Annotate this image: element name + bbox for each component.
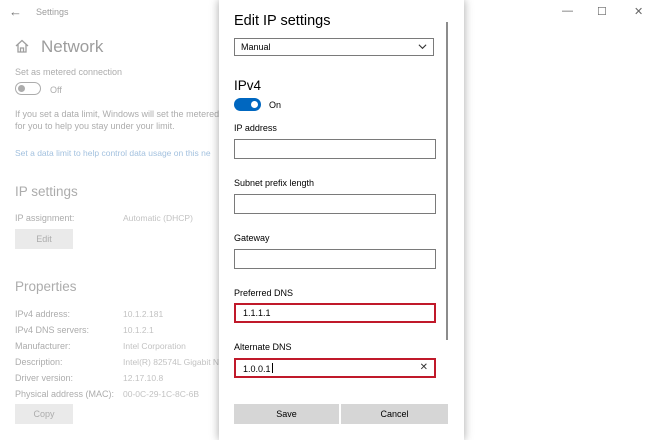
- clear-icon[interactable]: ✕: [420, 362, 428, 373]
- ipv4-toggle-state: On: [269, 100, 282, 110]
- ip-mode-value: Manual: [241, 42, 271, 52]
- ipv4-toggle[interactable]: [234, 98, 261, 111]
- alternate-dns-input[interactable]: 1.0.0.1 ✕: [234, 358, 436, 378]
- dialog-title: Edit IP settings: [234, 13, 331, 29]
- preferred-dns-input[interactable]: 1.1.1.1: [234, 303, 436, 323]
- ipv4-heading: IPv4: [234, 78, 262, 93]
- ip-address-input[interactable]: [234, 139, 436, 159]
- chevron-down-icon: [418, 44, 427, 50]
- save-button[interactable]: Save: [234, 404, 339, 424]
- text-caret: [271, 363, 273, 373]
- gateway-input[interactable]: [234, 249, 436, 269]
- edit-ip-dialog: Edit IP settings Manual IPv4 On IP addre…: [219, 0, 464, 440]
- alternate-dns-value-wrap: 1.0.0.1: [243, 363, 273, 374]
- alternate-dns-label: Alternate DNS: [234, 342, 292, 352]
- gateway-label: Gateway: [234, 233, 270, 243]
- alternate-dns-value: 1.0.0.1: [243, 364, 271, 374]
- ip-mode-dropdown[interactable]: Manual: [234, 38, 434, 56]
- ip-address-label: IP address: [234, 123, 277, 133]
- cancel-button[interactable]: Cancel: [341, 404, 448, 424]
- subnet-prefix-label: Subnet prefix length: [234, 178, 315, 188]
- preferred-dns-value: 1.1.1.1: [243, 308, 271, 318]
- preferred-dns-label: Preferred DNS: [234, 288, 294, 298]
- subnet-prefix-input[interactable]: [234, 194, 436, 214]
- dialog-scrollbar[interactable]: [446, 22, 448, 340]
